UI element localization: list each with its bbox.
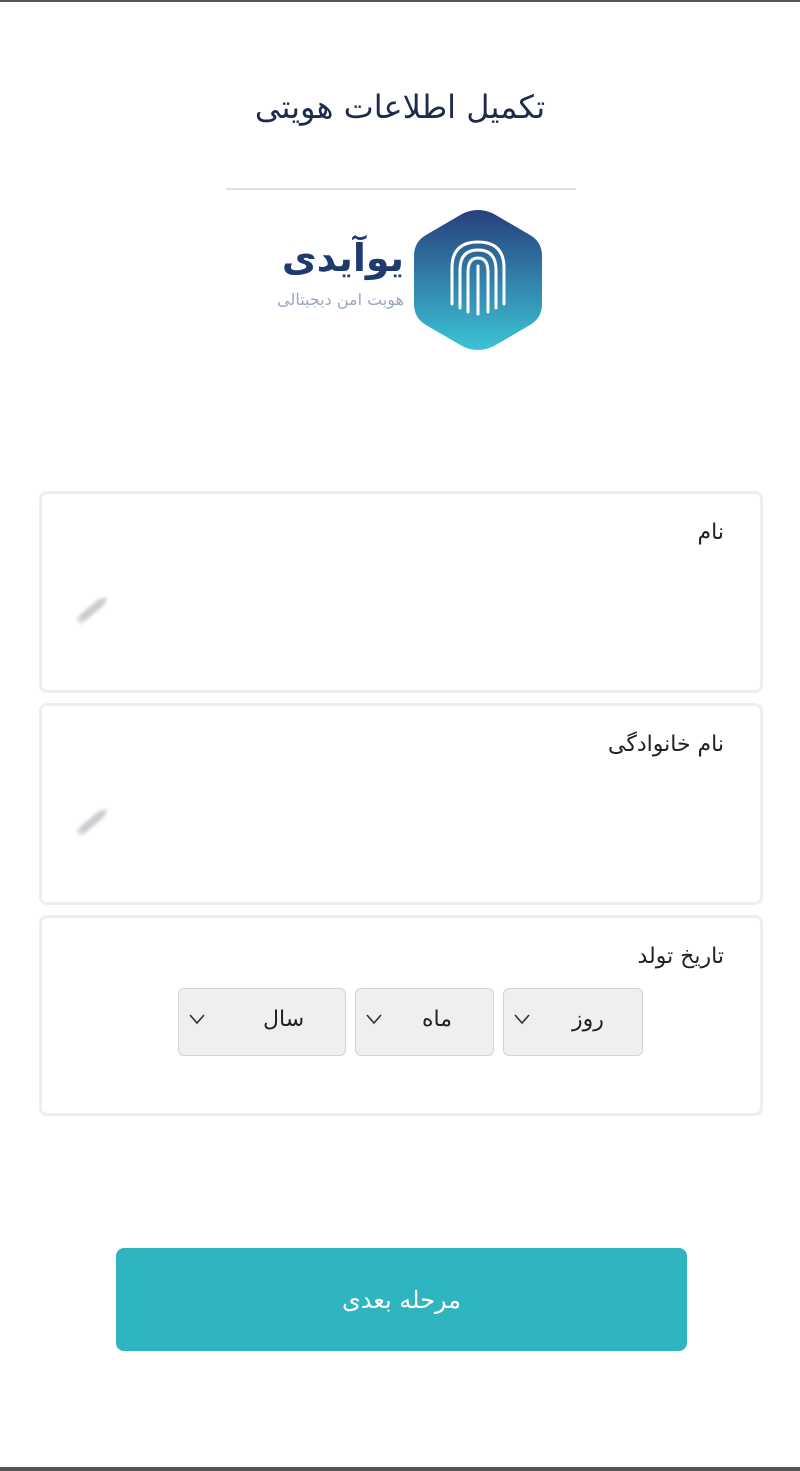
fingerprint-icon <box>414 210 542 350</box>
year-select-value: سال <box>263 1007 305 1032</box>
page-title: تکمیل اطلاعات هویتی <box>254 88 546 126</box>
next-step-button[interactable]: مرحله بعدی <box>116 1248 687 1351</box>
first-name-input[interactable] <box>132 576 720 626</box>
last-name-card: نام خانوادگی <box>39 703 763 905</box>
birth-date-label: تاریخ تولد <box>637 944 724 969</box>
month-select-value: ماه <box>422 1007 453 1032</box>
last-name-label: نام خانوادگی <box>608 732 724 757</box>
first-name-label: نام <box>697 520 724 545</box>
last-name-input[interactable] <box>132 788 720 838</box>
pencil-icon <box>75 597 108 625</box>
brand-logo: یوآیدی هویت امن دیجیتالی <box>250 208 550 354</box>
brand-tagline: هویت امن دیجیتالی <box>277 290 404 309</box>
year-select[interactable]: سال <box>178 988 346 1056</box>
day-select-value: روز <box>572 1007 604 1032</box>
birth-date-selects: سال ماه روز <box>178 988 646 1056</box>
chevron-down-icon <box>514 1014 530 1025</box>
chevron-down-icon <box>366 1014 382 1025</box>
title-divider <box>226 188 576 190</box>
month-select[interactable]: ماه <box>355 988 494 1056</box>
birth-date-card: تاریخ تولد سال ماه روز <box>39 915 763 1116</box>
pencil-icon <box>75 809 108 837</box>
brand-name: یوآیدی <box>281 236 404 280</box>
chevron-down-icon <box>189 1014 205 1025</box>
day-select[interactable]: روز <box>503 988 643 1056</box>
identity-form-page: تکمیل اطلاعات هویتی یوآیدی هویت امن دیجی… <box>0 0 800 1471</box>
first-name-card: نام <box>39 491 763 693</box>
